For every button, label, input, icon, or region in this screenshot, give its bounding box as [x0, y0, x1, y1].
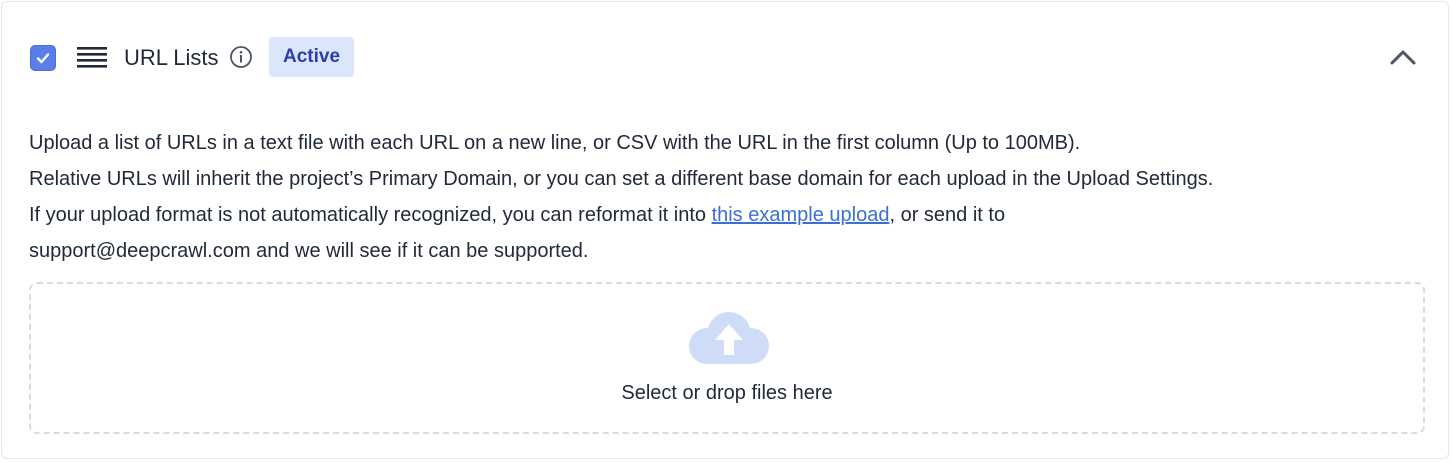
file-dropzone[interactable]: Select or drop files here: [29, 282, 1425, 434]
description-line-2: Relative URLs will inherit the project’s…: [29, 168, 1214, 190]
description-line-3-end: , or send it to: [889, 204, 1006, 226]
chevron-up-icon[interactable]: [1386, 42, 1420, 74]
description: Upload a list of URLs in a text file wit…: [29, 125, 1429, 269]
list-lines-icon: [77, 47, 107, 68]
checkmark-icon: [36, 53, 50, 64]
status-badge: Active: [269, 37, 355, 77]
cloud-upload-icon: [689, 312, 769, 364]
description-line-3-start: If your upload format is not automatical…: [29, 204, 712, 226]
panel-header: URL Lists Active: [2, 2, 1448, 112]
info-circle-icon[interactable]: [229, 45, 253, 69]
description-line-4: support@deepcrawl.com and we will see if…: [29, 240, 589, 262]
example-upload-link[interactable]: this example upload: [712, 204, 890, 226]
description-line-1: Upload a list of URLs in a text file wit…: [29, 132, 1081, 154]
panel-title: URL Lists: [124, 45, 219, 70]
dropzone-label: Select or drop files here: [621, 382, 833, 404]
enable-checkbox[interactable]: [30, 45, 56, 71]
url-lists-panel: URL Lists Active Upload a list of URLs i…: [1, 1, 1449, 459]
description-line-3: If your upload format is not automatical…: [29, 197, 1429, 233]
